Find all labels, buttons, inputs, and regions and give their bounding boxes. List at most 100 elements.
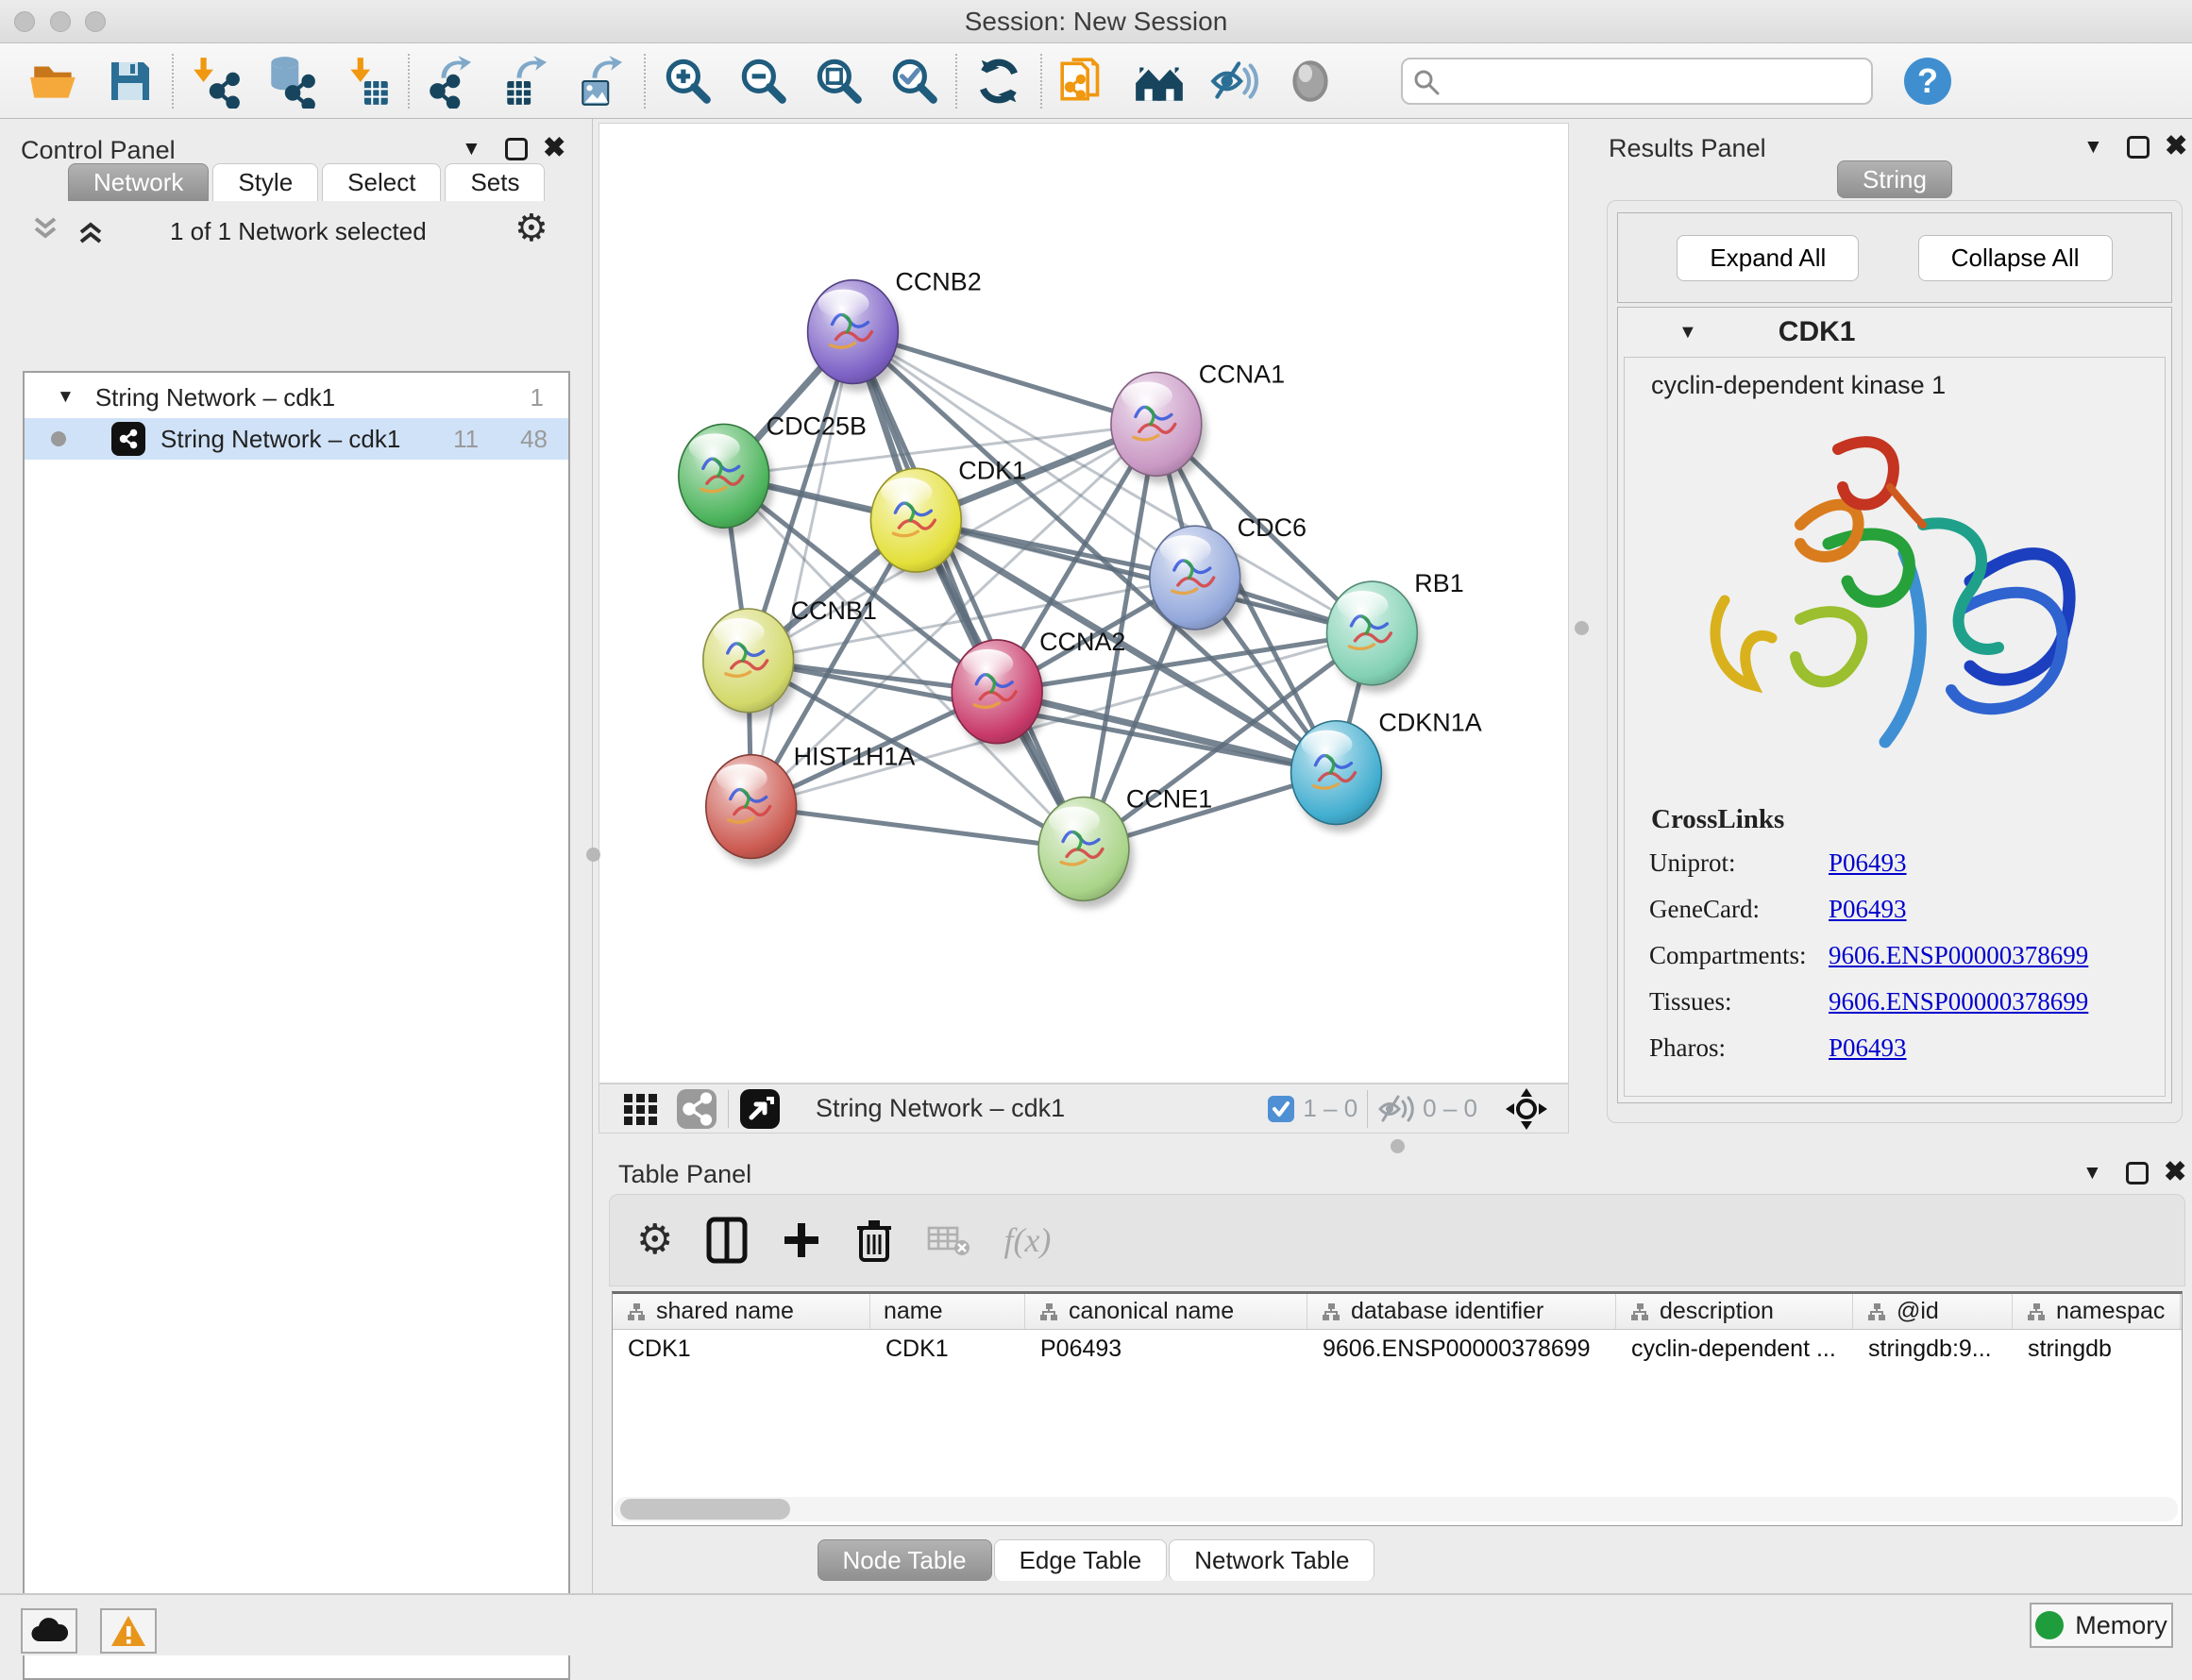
selected-count-checkbox[interactable] [1267, 1095, 1295, 1123]
table-panel-close-button[interactable]: ✖ [2164, 1159, 2186, 1186]
zoom-in-button[interactable] [649, 49, 725, 113]
scrollbar-thumb[interactable] [620, 1499, 790, 1520]
fit-content-button[interactable] [801, 49, 876, 113]
warnings-button[interactable] [100, 1608, 157, 1654]
window-zoom-button[interactable] [85, 11, 106, 32]
window-minimize-button[interactable] [50, 11, 71, 32]
edge-CCNB2-CCNE1[interactable] [852, 332, 1084, 849]
node-CDK1[interactable]: CDK1 [870, 456, 1026, 580]
table-horizontal-scrollbar[interactable] [615, 1497, 2178, 1521]
control-panel-menu-button[interactable]: ▼ [462, 138, 481, 160]
table-cell[interactable]: stringdb:9... [1853, 1330, 2013, 1368]
table-cell[interactable]: P06493 [1025, 1330, 1307, 1368]
birds-eye-view-icon[interactable] [738, 1087, 782, 1131]
network-options-gear-icon[interactable]: ⚙ [514, 210, 548, 247]
export-image-button[interactable] [565, 49, 640, 113]
column-header-description[interactable]: description [1616, 1294, 1853, 1329]
collection-expander-icon[interactable]: ▼ [57, 387, 75, 408]
tab-string[interactable]: String [1837, 160, 1952, 198]
apply-preferred-layout-button[interactable] [961, 49, 1037, 113]
node-CCNB1[interactable]: CCNB1 [703, 596, 877, 720]
table-cell[interactable]: cyclin-dependent ... [1616, 1330, 1853, 1368]
node-HIST1H1A[interactable]: HIST1H1A [706, 743, 916, 866]
network-row[interactable]: String Network – cdk1 11 48 [25, 418, 568, 460]
tab-style[interactable]: Style [212, 163, 318, 201]
zoom-selected-button[interactable] [876, 49, 952, 113]
tab-edge-table[interactable]: Edge Table [994, 1539, 1168, 1581]
delete-column-icon[interactable] [854, 1217, 894, 1264]
table-panel-float-button[interactable] [2126, 1162, 2149, 1184]
expand-all-button[interactable]: Expand All [1677, 235, 1859, 281]
crosslink-link-tissues-[interactable]: 9606.ENSP00000378699 [1829, 987, 2088, 1016]
tab-sets[interactable]: Sets [445, 163, 545, 201]
network-collection-row[interactable]: ▼ String Network – cdk1 1 [25, 377, 568, 418]
table-cell[interactable]: CDK1 [870, 1330, 1025, 1368]
string-home-button[interactable] [1121, 49, 1197, 113]
crosslink-link-compartments-[interactable]: 9606.ENSP00000378699 [1829, 941, 2088, 970]
table-options-gear-icon[interactable]: ⚙ [636, 1219, 673, 1261]
help-button[interactable]: ? [1890, 49, 1965, 113]
table-row[interactable]: CDK1CDK1P064939606.ENSP00000378699cyclin… [613, 1330, 2182, 1368]
export-network-button[interactable] [413, 49, 489, 113]
node-CDKN1A[interactable]: CDKN1A [1291, 709, 1482, 832]
control-panel-float-button[interactable] [505, 138, 528, 160]
horizontal-splitter-handle[interactable] [1391, 1139, 1405, 1153]
node-CDC6[interactable]: CDC6 [1150, 513, 1307, 637]
gene-expander-icon[interactable]: ▼ [1678, 322, 1697, 344]
column-header-namespac[interactable]: namespac [2013, 1294, 2181, 1329]
crosslink-label-uniprot-: Uniprot: [1649, 848, 1829, 878]
gene-details: cyclin-dependent kinase 1 CrossLinks Uni… [1624, 357, 2166, 1097]
table-cell[interactable]: stringdb [2013, 1330, 2181, 1368]
column-header--id[interactable]: @id [1853, 1294, 2013, 1329]
expand-all-icon[interactable] [77, 213, 117, 247]
edge-CCNB2-HIST1H1A[interactable] [751, 332, 853, 807]
column-header-name[interactable]: name [870, 1294, 1025, 1329]
crosslink-link-genecard-[interactable]: P06493 [1829, 895, 1907, 924]
table-cell[interactable]: 9606.ENSP00000378699 [1307, 1330, 1616, 1368]
table-cell[interactable]: CDK1 [613, 1330, 870, 1368]
import-table-from-file-button[interactable] [329, 49, 404, 113]
window-close-button[interactable] [14, 11, 35, 32]
right-splitter-handle[interactable] [1575, 621, 1589, 635]
network-view-icon[interactable] [675, 1087, 718, 1131]
show-columns-icon[interactable] [705, 1216, 749, 1265]
gene-section-header[interactable]: ▼ CDK1 [1618, 308, 2171, 357]
results-panel-close-button[interactable]: ✖ [2165, 133, 2187, 160]
network-canvas[interactable]: CCNB2CCNA1CDC25BCDK1CDC6RB1CCNB1CCNA2CDK… [599, 123, 1569, 1084]
node-CCNE1[interactable]: CCNE1 [1038, 785, 1212, 909]
node-CCNA2[interactable]: CCNA2 [952, 628, 1125, 751]
pan-crosshair-icon[interactable] [1504, 1086, 1549, 1132]
results-panel-float-button[interactable] [2127, 136, 2150, 159]
node-RB1[interactable]: RB1 [1326, 569, 1463, 693]
column-header-database-identifier[interactable]: database identifier [1307, 1294, 1616, 1329]
save-session-button[interactable] [93, 49, 168, 113]
table-panel-menu-button[interactable]: ▼ [2082, 1162, 2102, 1184]
tab-network[interactable]: Network [68, 163, 209, 201]
export-table-button[interactable] [489, 49, 565, 113]
glass-ball-effect-button[interactable] [1197, 49, 1273, 113]
left-splitter-handle[interactable] [586, 848, 600, 862]
column-header-shared-name[interactable]: shared name [613, 1294, 870, 1329]
import-network-from-file-button[interactable] [177, 49, 253, 113]
crosslink-link-pharos-[interactable]: P06493 [1829, 1033, 1907, 1063]
memory-button[interactable]: Memory [2030, 1603, 2173, 1648]
cloud-status-button[interactable] [21, 1608, 77, 1654]
open-session-button[interactable] [17, 49, 93, 113]
string-network-graph[interactable]: CCNB2CCNA1CDC25BCDK1CDC6RB1CCNB1CCNA2CDK… [599, 124, 1568, 1083]
crosslink-link-uniprot-[interactable]: P06493 [1829, 848, 1907, 878]
collapse-all-icon[interactable] [32, 213, 72, 247]
zoom-out-button[interactable] [725, 49, 801, 113]
tab-node-table[interactable]: Node Table [818, 1539, 992, 1581]
tab-select[interactable]: Select [322, 163, 441, 201]
grid-view-icon[interactable] [620, 1088, 662, 1130]
structure-images-toggle-button[interactable] [1273, 49, 1348, 113]
collapse-all-button[interactable]: Collapse All [1918, 235, 2113, 281]
stringify-document-button[interactable] [1046, 49, 1121, 113]
import-network-from-database-button[interactable] [253, 49, 329, 113]
control-panel-close-button[interactable]: ✖ [543, 135, 565, 162]
results-panel-menu-button[interactable]: ▼ [2083, 136, 2103, 159]
create-column-icon[interactable] [781, 1219, 822, 1261]
column-header-canonical-name[interactable]: canonical name [1025, 1294, 1307, 1329]
search-input[interactable] [1401, 58, 1873, 105]
tab-network-table[interactable]: Network Table [1169, 1539, 1374, 1581]
